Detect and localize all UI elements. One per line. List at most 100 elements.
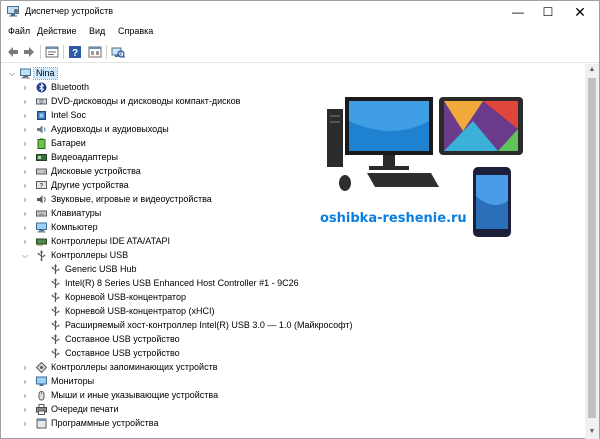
expand-arrow-icon[interactable]: › (21, 152, 29, 163)
tree-item-label: Bluetooth (51, 82, 90, 92)
usb-icon (51, 264, 60, 274)
tree-item-label: Звуковые, игровые и видеоустройства (51, 194, 212, 204)
tree-item-label: Компьютер (51, 222, 98, 232)
toolbar-separator (40, 45, 41, 59)
expand-arrow-icon[interactable]: › (21, 208, 29, 219)
tree-item-software-devices[interactable]: › Программные устройства (1, 417, 585, 431)
maximize-button[interactable]: ☐ (533, 1, 563, 23)
collapse-arrow-icon[interactable]: ⌵ (8, 68, 16, 79)
usb-icon (51, 320, 60, 330)
window-title: Диспетчер устройств (25, 6, 113, 16)
tree-item-mice[interactable]: › Мыши и иные указывающие устройства (1, 389, 585, 403)
menu-file[interactable]: Файл (8, 26, 30, 36)
usb-child-row[interactable]: Корневой USB-концентратор (1, 291, 585, 305)
back-icon[interactable] (6, 45, 20, 59)
usb-child-label: Generic USB Hub (65, 264, 137, 274)
tree-item-label: Другие устройства (51, 180, 129, 190)
tree-item-monitors[interactable]: › Мониторы (1, 375, 585, 389)
usb-icon (51, 334, 60, 344)
menu-help[interactable]: Справка (118, 26, 153, 36)
watermark-text: oshibka-reshenie.ru (320, 211, 467, 226)
expand-arrow-icon[interactable]: › (21, 362, 29, 373)
expand-arrow-icon[interactable]: › (21, 82, 29, 93)
menu-view[interactable]: Вид (89, 26, 105, 36)
usb-child-row[interactable]: Расширяемый хост-контроллер Intel(R) USB… (1, 319, 585, 333)
view-icon[interactable] (88, 45, 102, 59)
usb-icon (51, 278, 60, 288)
scroll-down-arrow-icon[interactable]: ▼ (585, 426, 599, 438)
toolbar: ? (1, 41, 599, 63)
display-adapter-icon (36, 154, 47, 161)
expand-arrow-icon[interactable]: › (21, 194, 29, 205)
minimize-button[interactable]: — (503, 1, 533, 23)
tree-item-storage-controllers[interactable]: › Контроллеры запоминающих устройств (1, 361, 585, 375)
menu-bar: Файл Действие Вид Справка (1, 23, 599, 41)
svg-text:?: ? (40, 184, 44, 190)
expand-arrow-icon[interactable]: › (21, 376, 29, 387)
bluetooth-icon (36, 82, 47, 93)
tree-item-print-queues[interactable]: › Очереди печати (1, 403, 585, 417)
usb-child-row[interactable]: Составное USB устройство (1, 347, 585, 361)
expand-arrow-icon[interactable]: › (21, 222, 29, 233)
expand-arrow-icon[interactable]: › (21, 96, 29, 107)
usb-icon (51, 348, 60, 358)
desktop-tower-icon (327, 109, 343, 167)
keyboard-picture-icon (367, 173, 439, 187)
mouse-picture-icon (339, 175, 351, 191)
forward-icon[interactable] (22, 45, 36, 59)
computer-root-icon (20, 68, 31, 79)
usb-child-label: Составное USB устройство (65, 334, 180, 344)
svg-text:?: ? (72, 48, 78, 59)
tree-item-label: Мыши и иные указывающие устройства (51, 390, 219, 400)
scrollbar-thumb[interactable] (588, 78, 596, 418)
toolbar-separator (106, 45, 107, 59)
usb-child-label: Intel(R) 8 Series USB Enhanced Host Cont… (65, 278, 299, 288)
device-manager-window: Диспетчер устройств — ☐ ✕ Файл Действие … (0, 0, 600, 439)
keyboard-icon (36, 210, 47, 217)
expand-arrow-icon[interactable]: › (21, 124, 29, 135)
software-device-icon (36, 418, 47, 429)
tree-root-label: Nina (33, 67, 58, 80)
close-button[interactable]: ✕ (565, 1, 595, 23)
scan-hardware-icon[interactable] (111, 45, 125, 59)
collapse-arrow-icon[interactable]: ⌵ (21, 250, 29, 261)
mouse-icon (38, 391, 45, 401)
usb-child-row[interactable]: Корневой USB-концентратор (xHCI) (1, 305, 585, 319)
scroll-up-arrow-icon[interactable]: ▲ (585, 64, 599, 76)
expand-arrow-icon[interactable]: › (21, 236, 29, 247)
expand-arrow-icon[interactable]: › (21, 418, 29, 429)
tree-item-label: DVD-дисководы и дисководы компакт-дисков (51, 96, 241, 106)
vertical-scrollbar[interactable]: ▲ ▼ (585, 64, 599, 439)
expand-arrow-icon[interactable]: › (21, 138, 29, 149)
usb-child-row[interactable]: Intel(R) 8 Series USB Enhanced Host Cont… (1, 277, 585, 291)
expand-arrow-icon[interactable]: › (21, 404, 29, 415)
tree-item-label: Контроллеры IDE ATA/ATAPI (51, 236, 170, 246)
usb-child-row[interactable]: Составное USB устройство (1, 333, 585, 347)
tree-item-usb-controllers[interactable]: ⌵ Контроллеры USB (1, 249, 585, 263)
tree-item-label: Клавиатуры (51, 208, 102, 218)
tree-item-label: Мониторы (51, 376, 95, 386)
help-icon[interactable]: ? (68, 45, 82, 59)
expand-arrow-icon[interactable]: › (21, 110, 29, 121)
tree-item-label: Контроллеры USB (51, 250, 129, 260)
expand-arrow-icon[interactable]: › (21, 390, 29, 401)
tree-item-label: Контроллеры запоминающих устройств (51, 362, 218, 372)
battery-icon (37, 138, 46, 149)
tree-item-label: Очереди печати (51, 404, 119, 414)
unknown-device-icon: ? (36, 181, 47, 190)
menu-action[interactable]: Действие (37, 26, 77, 36)
sound-device-icon (37, 195, 46, 204)
tree-root-row[interactable]: ⌵ Nina (1, 67, 585, 81)
toolbar-separator (63, 45, 64, 59)
usb-child-row[interactable]: Generic USB Hub (1, 263, 585, 277)
usb-child-label: Составное USB устройство (65, 348, 180, 358)
storage-controller-icon (36, 362, 47, 373)
properties-icon[interactable] (45, 45, 59, 59)
tree-item-label: Дисковые устройства (51, 166, 141, 176)
expand-arrow-icon[interactable]: › (21, 166, 29, 177)
ide-controller-icon (36, 238, 47, 246)
expand-arrow-icon[interactable]: › (21, 180, 29, 191)
chip-icon (37, 111, 46, 120)
tree-item-label: Intel Soc (51, 110, 87, 120)
title-bar[interactable]: Диспетчер устройств — ☐ ✕ (1, 1, 599, 23)
